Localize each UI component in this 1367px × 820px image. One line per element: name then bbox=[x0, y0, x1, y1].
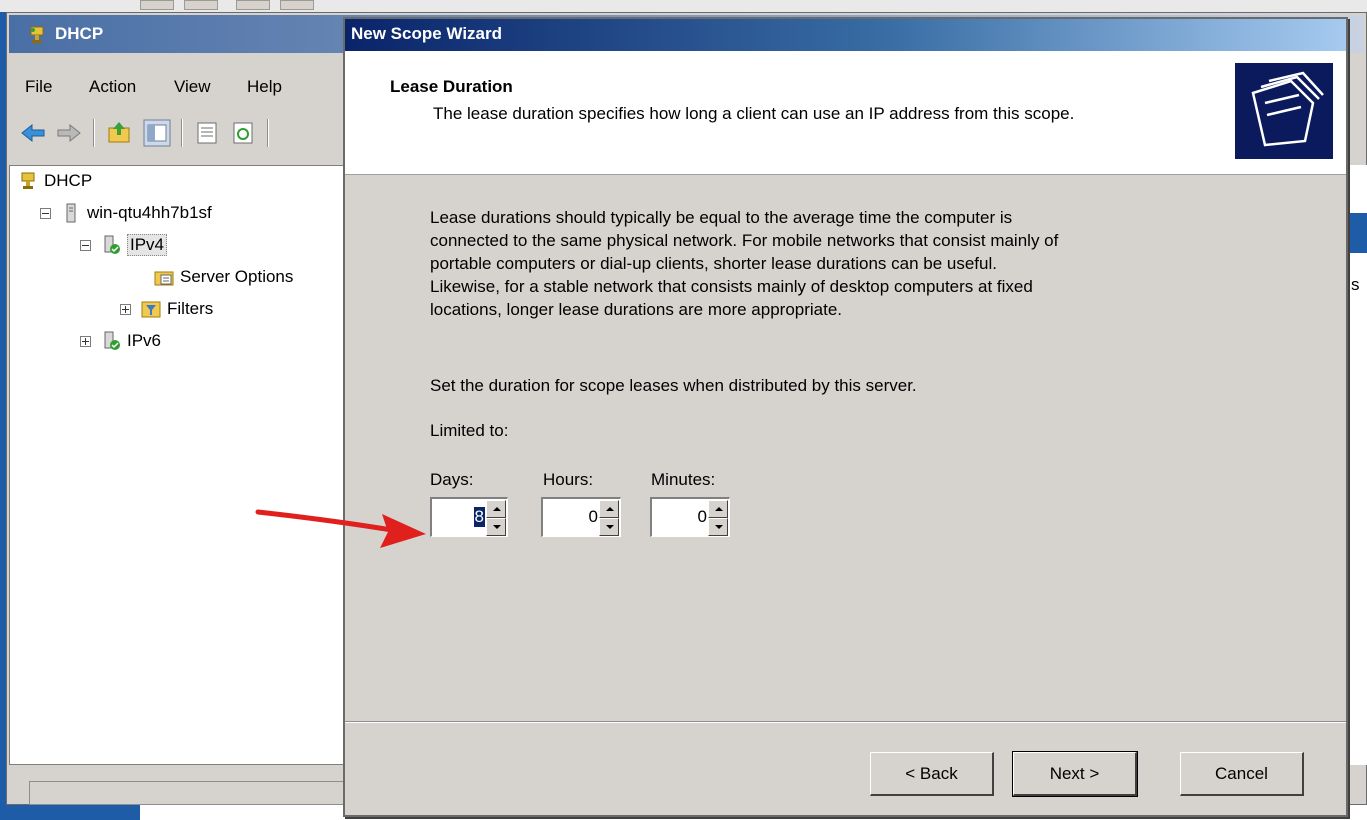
hours-spinbox[interactable]: 0 bbox=[541, 497, 621, 537]
spin-up-icon[interactable] bbox=[486, 500, 506, 518]
days-value[interactable]: 8 bbox=[473, 507, 485, 527]
page-title: Lease Duration bbox=[390, 77, 513, 96]
spin-up-icon[interactable] bbox=[708, 500, 728, 518]
back-arrow-icon[interactable] bbox=[19, 119, 47, 147]
background-up-icon bbox=[236, 0, 270, 10]
wizard-title: New Scope Wizard bbox=[351, 24, 502, 43]
console-toolbar bbox=[9, 113, 349, 153]
menu-view[interactable]: View bbox=[174, 77, 211, 97]
days-spinbox[interactable]: 8 bbox=[430, 497, 508, 537]
spin-down-icon[interactable] bbox=[708, 518, 728, 536]
collapse-toggle-icon[interactable] bbox=[80, 239, 91, 251]
tree-node-filters[interactable]: Filters bbox=[120, 298, 213, 320]
properties-icon[interactable] bbox=[193, 119, 221, 147]
details-pane-fragment: s bbox=[1349, 165, 1367, 765]
tree-label-ipv4: IPv4 bbox=[127, 234, 168, 256]
ipv4-server-check-icon bbox=[104, 235, 120, 254]
collapse-toggle-icon[interactable] bbox=[40, 207, 51, 219]
page-subtitle: The lease duration specifies how long a … bbox=[433, 104, 1075, 123]
menu-file[interactable]: File bbox=[25, 77, 52, 97]
expand-toggle-icon[interactable] bbox=[80, 335, 91, 347]
days-spinner[interactable] bbox=[486, 500, 506, 536]
dhcp-trophy-icon bbox=[30, 26, 44, 43]
tree-label-filters: Filters bbox=[167, 299, 214, 318]
expand-toggle-icon[interactable] bbox=[120, 303, 131, 315]
minutes-spinbox[interactable]: 0 bbox=[650, 497, 730, 537]
tree-node-ipv6[interactable]: IPv6 bbox=[80, 330, 161, 352]
lease-description: Lease durations should typically be equa… bbox=[430, 206, 1190, 321]
menu-bar: File Action View Help bbox=[9, 77, 349, 103]
wizard-folders-icon bbox=[1235, 63, 1333, 159]
filters-funnel-icon bbox=[141, 301, 161, 318]
tree-node-server-options[interactable]: Server Options bbox=[154, 266, 293, 288]
wizard-footer-divider bbox=[345, 721, 1346, 723]
tree-label-server: win-qtu4hh7b1sf bbox=[87, 203, 212, 222]
wizard-header-panel: Lease Duration The lease duration specif… bbox=[345, 51, 1346, 175]
limited-to-label: Limited to: bbox=[430, 421, 509, 440]
hours-spinner[interactable] bbox=[599, 500, 619, 536]
tree-node-server[interactable]: win-qtu4hh7b1sf bbox=[40, 202, 212, 224]
spin-down-icon[interactable] bbox=[486, 518, 506, 536]
dhcp-window-title: DHCP bbox=[55, 24, 104, 43]
description-line: Likewise, for a stable network that cons… bbox=[430, 277, 1033, 296]
minutes-label: Minutes: bbox=[651, 470, 716, 489]
tree-label-dhcp: DHCP bbox=[44, 171, 93, 190]
description-line: connected to the same physical network. … bbox=[430, 231, 1059, 250]
tree-node-dhcp-root[interactable]: DHCP bbox=[18, 170, 92, 192]
background-console-icon bbox=[280, 0, 314, 10]
details-pane-text-fragment: s bbox=[1351, 275, 1360, 294]
dhcp-trophy-icon bbox=[21, 172, 35, 189]
server-options-folder-icon bbox=[154, 271, 174, 286]
toolbar-separator bbox=[93, 119, 95, 147]
spin-down-icon[interactable] bbox=[599, 518, 619, 536]
background-forward-icon bbox=[184, 0, 218, 10]
console-status-bar bbox=[29, 781, 349, 805]
background-back-icon bbox=[140, 0, 174, 10]
ipv6-server-check-icon bbox=[104, 331, 120, 350]
background-toolbar-fragment bbox=[140, 0, 360, 12]
toolbar-separator bbox=[267, 119, 269, 147]
cancel-button[interactable]: Cancel bbox=[1180, 752, 1304, 796]
server-icon bbox=[66, 203, 76, 223]
hours-label: Hours: bbox=[543, 470, 594, 489]
tree-label-ipv6: IPv6 bbox=[127, 331, 162, 350]
next-button[interactable]: Next > bbox=[1012, 751, 1138, 797]
refresh-icon[interactable] bbox=[229, 119, 257, 147]
description-line: locations, longer lease durations are mo… bbox=[430, 300, 843, 319]
up-folder-icon[interactable] bbox=[105, 119, 133, 147]
toolbar-separator bbox=[181, 119, 183, 147]
minutes-spinner[interactable] bbox=[708, 500, 728, 536]
description-line: portable computers or dial-up clients, s… bbox=[430, 254, 997, 273]
background-top-strip bbox=[0, 0, 1367, 12]
days-label: Days: bbox=[430, 470, 474, 489]
tree-node-ipv4[interactable]: IPv4 bbox=[80, 234, 168, 256]
forward-arrow-icon[interactable] bbox=[55, 119, 83, 147]
back-button[interactable]: < Back bbox=[870, 752, 994, 796]
description-line: Lease durations should typically be equa… bbox=[430, 208, 1013, 227]
set-duration-text: Set the duration for scope leases when d… bbox=[430, 376, 917, 395]
details-header-band bbox=[1349, 213, 1367, 253]
tree-label-server-options: Server Options bbox=[180, 267, 294, 286]
console-tree: DHCP win-qtu4hh7b1sf IPv4 Server Options… bbox=[9, 165, 351, 765]
new-scope-wizard-dialog: New Scope Wizard Lease Duration The leas… bbox=[343, 17, 1348, 817]
minutes-value[interactable]: 0 bbox=[698, 507, 707, 527]
spin-up-icon[interactable] bbox=[599, 500, 619, 518]
menu-action[interactable]: Action bbox=[89, 77, 136, 97]
show-hide-console-tree-icon[interactable] bbox=[143, 119, 171, 147]
hours-value[interactable]: 0 bbox=[589, 507, 598, 527]
wizard-titlebar[interactable]: New Scope Wizard bbox=[345, 19, 1346, 51]
menu-help[interactable]: Help bbox=[247, 77, 282, 97]
